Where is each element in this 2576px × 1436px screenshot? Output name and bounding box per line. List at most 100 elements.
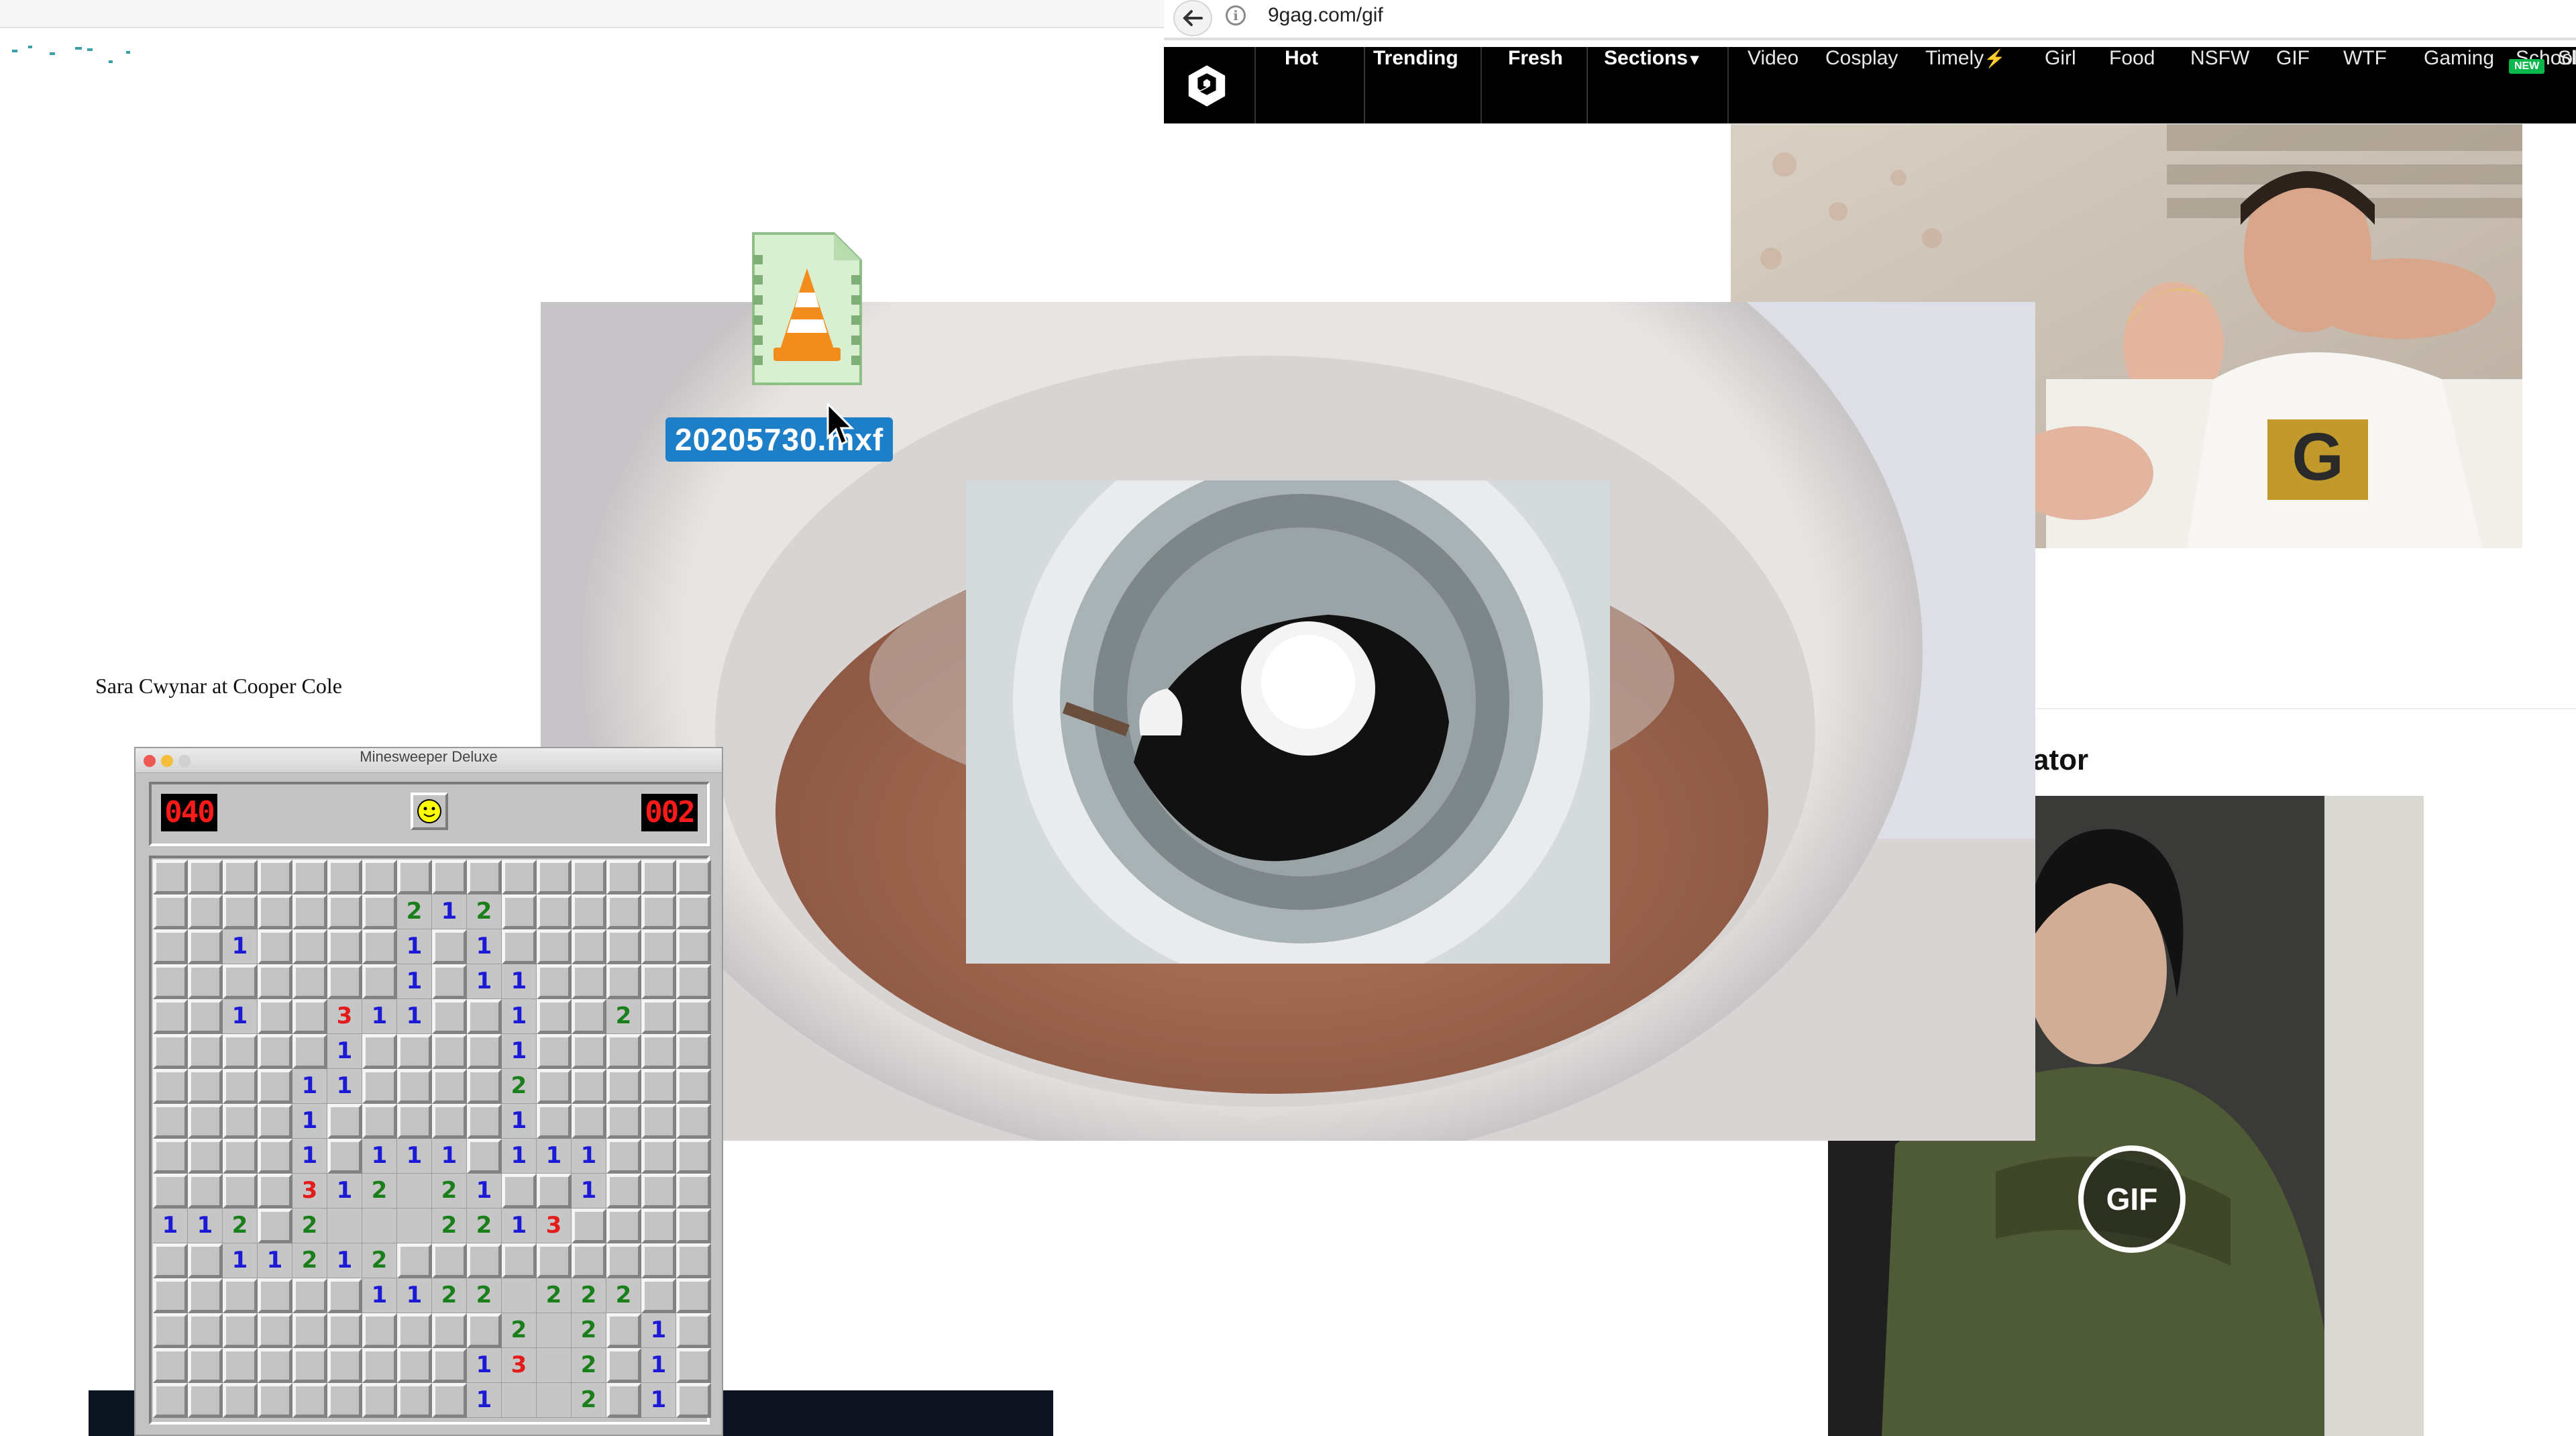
mine-cell-covered[interactable] [153, 1243, 188, 1278]
mine-cell-empty[interactable] [327, 1209, 362, 1243]
mine-cell-covered[interactable] [223, 1313, 258, 1348]
mine-cell-covered[interactable] [432, 1243, 467, 1278]
nav-trending[interactable]: Trending [1373, 47, 1458, 123]
mine-cell-covered[interactable] [641, 1243, 676, 1278]
mine-cell-number[interactable]: 1 [397, 964, 432, 999]
mine-cell-number[interactable]: 1 [467, 929, 502, 964]
mine-cell-covered[interactable] [153, 999, 188, 1034]
mine-cell-covered[interactable] [292, 1313, 327, 1348]
mine-cell-number[interactable]: 3 [292, 1174, 327, 1209]
mine-cell-covered[interactable] [676, 1383, 711, 1418]
vlc-file-icon[interactable] [747, 228, 867, 389]
mine-cell-number[interactable]: 2 [502, 1313, 537, 1348]
mine-cell-number[interactable]: 2 [432, 1174, 467, 1209]
mine-cell-covered[interactable] [362, 929, 397, 964]
mine-cell-covered[interactable] [223, 1383, 258, 1418]
mine-cell-number[interactable]: 1 [502, 1104, 537, 1139]
mine-cell-covered[interactable] [188, 1313, 223, 1348]
mine-cell-covered[interactable] [606, 1069, 641, 1104]
mine-cell-covered[interactable] [641, 1104, 676, 1139]
mine-cell-number[interactable]: 1 [327, 1243, 362, 1278]
mine-cell-covered[interactable] [362, 1034, 397, 1069]
mine-cell-covered[interactable] [641, 1209, 676, 1243]
nav-sections[interactable]: Sections ▾ [1604, 47, 1699, 123]
mine-cell-covered[interactable] [327, 1348, 362, 1383]
mine-cell-covered[interactable] [327, 860, 362, 894]
mine-cell-covered[interactable] [153, 894, 188, 929]
mine-cell-covered[interactable] [676, 1069, 711, 1104]
nav-gaming[interactable]: Gaming [2424, 47, 2494, 123]
mine-cell-covered[interactable] [327, 1313, 362, 1348]
mine-cell-covered[interactable] [362, 1383, 397, 1418]
mine-cell-covered[interactable] [676, 1243, 711, 1278]
mine-cell-number[interactable]: 1 [432, 1139, 467, 1174]
nav-nsfw[interactable]: NSFW [2190, 47, 2249, 123]
mine-cell-covered[interactable] [188, 1069, 223, 1104]
mine-cell-covered[interactable] [327, 1139, 362, 1174]
mine-cell-covered[interactable] [676, 964, 711, 999]
mine-cell-number[interactable]: 1 [327, 1069, 362, 1104]
mine-cell-covered[interactable] [292, 999, 327, 1034]
mine-cell-number[interactable]: 1 [223, 1243, 258, 1278]
mine-cell-number[interactable]: 2 [432, 1209, 467, 1243]
mine-cell-covered[interactable] [223, 1104, 258, 1139]
mine-cell-number[interactable]: 1 [502, 1209, 537, 1243]
mine-cell-covered[interactable] [153, 1069, 188, 1104]
mine-cell-covered[interactable] [397, 1313, 432, 1348]
mine-cell-covered[interactable] [258, 860, 292, 894]
mine-cell-covered[interactable] [676, 860, 711, 894]
mine-cell-number[interactable]: 1 [641, 1348, 676, 1383]
mine-cell-covered[interactable] [606, 1243, 641, 1278]
mine-cell-covered[interactable] [223, 894, 258, 929]
mine-cell-covered[interactable] [572, 964, 606, 999]
mine-cell-covered[interactable] [467, 1034, 502, 1069]
mine-cell-covered[interactable] [432, 1104, 467, 1139]
mine-cell-covered[interactable] [467, 999, 502, 1034]
mine-cell-number[interactable]: 1 [327, 1174, 362, 1209]
mine-cell-number[interactable]: 1 [292, 1104, 327, 1139]
mine-cell-covered[interactable] [432, 1069, 467, 1104]
mine-cell-covered[interactable] [223, 1139, 258, 1174]
mine-cell-number[interactable]: 1 [502, 1034, 537, 1069]
mine-cell-covered[interactable] [188, 1278, 223, 1313]
mine-cell-covered[interactable] [292, 964, 327, 999]
mine-cell-covered[interactable] [676, 1034, 711, 1069]
info-icon[interactable]: i [1226, 5, 1246, 25]
mine-cell-covered[interactable] [188, 929, 223, 964]
mine-cell-covered[interactable] [258, 964, 292, 999]
mine-cell-number[interactable]: 1 [292, 1069, 327, 1104]
mine-cell-covered[interactable] [153, 860, 188, 894]
mine-cell-covered[interactable] [502, 929, 537, 964]
reset-face-button[interactable] [411, 792, 448, 830]
mine-cell-number[interactable]: 2 [362, 1243, 397, 1278]
mine-cell-covered[interactable] [258, 894, 292, 929]
mine-cell-covered[interactable] [223, 1348, 258, 1383]
mine-cell-covered[interactable] [537, 1243, 572, 1278]
mine-cell-covered[interactable] [641, 929, 676, 964]
mine-cell-covered[interactable] [258, 1069, 292, 1104]
window-title-bar[interactable]: Minesweeper Deluxe [136, 748, 722, 773]
address-bar[interactable]: i 9gag.com/gif [1164, 0, 2576, 40]
mine-cell-covered[interactable] [432, 1313, 467, 1348]
mine-cell-covered[interactable] [606, 1034, 641, 1069]
mine-cell-covered[interactable] [397, 1348, 432, 1383]
mine-cell-covered[interactable] [188, 1348, 223, 1383]
mine-cell-number[interactable]: 1 [502, 1139, 537, 1174]
mine-cell-covered[interactable] [258, 1174, 292, 1209]
mine-cell-covered[interactable] [292, 1034, 327, 1069]
mine-cell-covered[interactable] [572, 1243, 606, 1278]
mine-cell-number[interactable]: 1 [467, 964, 502, 999]
mine-cell-covered[interactable] [676, 1174, 711, 1209]
mine-cell-number[interactable]: 1 [223, 929, 258, 964]
mine-cell-covered[interactable] [292, 1348, 327, 1383]
mine-cell-empty[interactable] [397, 1174, 432, 1209]
mine-cell-covered[interactable] [502, 1243, 537, 1278]
mine-cell-number[interactable]: 3 [502, 1348, 537, 1383]
mine-cell-covered[interactable] [572, 999, 606, 1034]
mine-cell-covered[interactable] [676, 999, 711, 1034]
minefield-grid[interactable]: 2121111111311121111211111111131221111222… [149, 856, 711, 1425]
mine-cell-covered[interactable] [223, 1278, 258, 1313]
mine-cell-number[interactable]: 2 [432, 1278, 467, 1313]
mine-cell-covered[interactable] [676, 1348, 711, 1383]
back-button[interactable] [1173, 0, 1212, 36]
